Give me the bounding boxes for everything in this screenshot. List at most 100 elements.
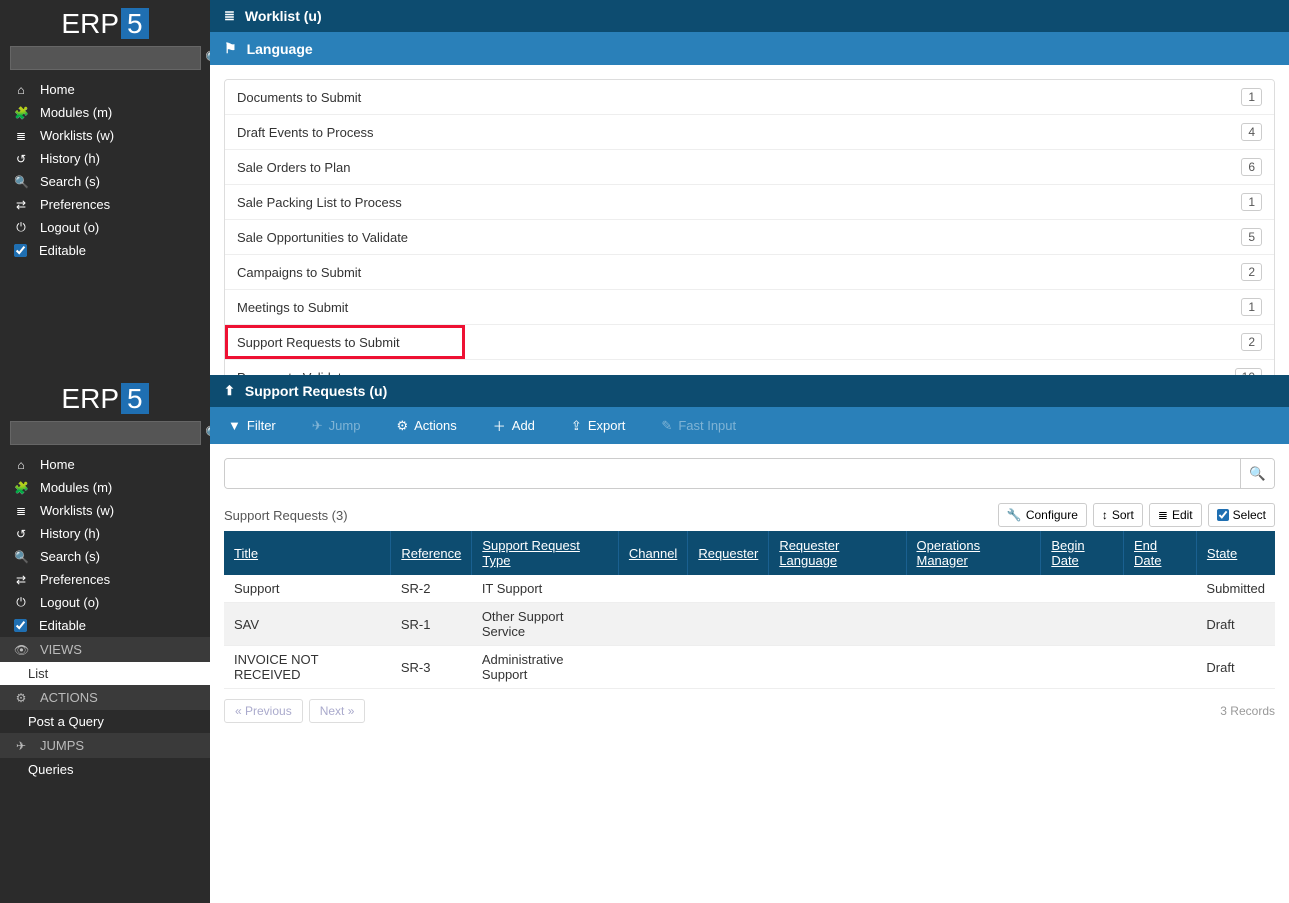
nav-history[interactable]: ↺History (h) xyxy=(0,147,210,170)
cell-state: Draft xyxy=(1196,603,1275,646)
worklist-count-badge: 10 xyxy=(1235,368,1262,375)
nav-preferences[interactable]: ⇄Preferences xyxy=(0,193,210,216)
nav-search[interactable]: 🔍Search (s) xyxy=(0,170,210,193)
sort-button[interactable]: ↕Sort xyxy=(1093,503,1143,527)
nav-preferences[interactable]: ⇄Preferences xyxy=(0,568,210,591)
up-arrow-icon[interactable]: ⬆ xyxy=(224,383,235,399)
editable-checkbox[interactable] xyxy=(14,244,27,257)
list-icon: ≣ xyxy=(224,8,235,24)
worklist-count-badge: 1 xyxy=(1241,298,1262,316)
worklist-count-badge: 5 xyxy=(1241,228,1262,246)
fast-input-icon: ✎ xyxy=(661,418,672,434)
list-search-input[interactable] xyxy=(225,459,1240,488)
add-icon: ＋ xyxy=(493,416,506,435)
nav-editable[interactable]: Editable xyxy=(0,239,210,262)
sidebar-search-input[interactable] xyxy=(10,421,201,445)
cell-state: Submitted xyxy=(1196,575,1275,603)
column-header[interactable]: Support Request Type xyxy=(472,531,619,575)
worklist-row[interactable]: Persons to Validate 10 xyxy=(225,360,1274,375)
nav-editable[interactable]: Editable xyxy=(0,614,210,637)
modules-icon: 🧩 xyxy=(14,481,28,495)
table-row[interactable]: INVOICE NOT RECEIVEDSR-3Administrative S… xyxy=(224,646,1275,689)
worklist-row[interactable]: Campaigns to Submit2 xyxy=(225,255,1274,290)
worklist-row[interactable]: Support Requests to Submit2 xyxy=(225,325,1274,360)
nav-modules[interactable]: 🧩Modules (m) xyxy=(0,476,210,499)
select-button[interactable]: Select xyxy=(1208,503,1275,527)
cell-reference: SR-2 xyxy=(391,575,472,603)
worklist-count-badge: 6 xyxy=(1241,158,1262,176)
column-header[interactable]: Reference xyxy=(391,531,472,575)
toolbar-fast-input: ✎Fast Input xyxy=(643,409,754,443)
cell-begin xyxy=(1041,575,1124,603)
header-bar-support: ⬆ Support Requests (u) xyxy=(210,375,1289,407)
table-row[interactable]: SupportSR-2IT SupportSubmitted xyxy=(224,575,1275,603)
column-header[interactable]: Begin Date xyxy=(1041,531,1124,575)
column-header[interactable]: Requester Language xyxy=(769,531,906,575)
nav-worklists[interactable]: ≣Worklists (w) xyxy=(0,124,210,147)
header-title: Worklist (u) xyxy=(245,8,322,24)
cell-type: Other Support Service xyxy=(472,603,619,646)
nav-home[interactable]: ⌂Home xyxy=(0,78,210,101)
wrench-icon: 🔧 xyxy=(1007,508,1022,522)
nav-home[interactable]: ⌂Home xyxy=(0,453,210,476)
column-header[interactable]: Operations Manager xyxy=(906,531,1041,575)
toolbar-actions[interactable]: ⚙Actions xyxy=(378,409,474,443)
nav-history[interactable]: ↺History (h) xyxy=(0,522,210,545)
cell-end xyxy=(1124,603,1197,646)
worklist-row[interactable]: Documents to Submit1 xyxy=(225,80,1274,115)
nav-modules[interactable]: 🧩Modules (m) xyxy=(0,101,210,124)
cell-end xyxy=(1124,646,1197,689)
cell-title: Support xyxy=(224,575,391,603)
table-row[interactable]: SAVSR-1Other Support ServiceDraft xyxy=(224,603,1275,646)
header-title: Support Requests (u) xyxy=(245,383,387,399)
worklist-label: Campaigns to Submit xyxy=(237,265,361,280)
editable-checkbox[interactable] xyxy=(14,619,27,632)
column-header[interactable]: Title xyxy=(224,531,391,575)
toolbar-export[interactable]: ⇪Export xyxy=(553,409,643,443)
worklist-row[interactable]: Draft Events to Process4 xyxy=(225,115,1274,150)
worklist-label: Sale Orders to Plan xyxy=(237,160,350,175)
section-views: 👁VIEWS xyxy=(0,637,210,662)
search-nav-icon: 🔍 xyxy=(14,175,28,189)
cell-lang xyxy=(769,646,906,689)
jump-queries[interactable]: Queries xyxy=(0,758,210,781)
cell-channel xyxy=(618,646,687,689)
configure-button[interactable]: 🔧Configure xyxy=(998,503,1087,527)
preferences-icon: ⇄ xyxy=(14,573,28,587)
nav-search[interactable]: 🔍Search (s) xyxy=(0,545,210,568)
worklist-label: Persons to Validate xyxy=(237,370,349,376)
column-header[interactable]: Requester xyxy=(688,531,769,575)
sidebar-search-input[interactable] xyxy=(10,46,201,70)
worklist-row[interactable]: Meetings to Submit1 xyxy=(225,290,1274,325)
worklist-row[interactable]: Sale Packing List to Process1 xyxy=(225,185,1274,220)
nav-worklists[interactable]: ≣Worklists (w) xyxy=(0,499,210,522)
view-list[interactable]: List xyxy=(0,662,210,685)
modules-icon: 🧩 xyxy=(14,106,28,120)
subheader-language[interactable]: ⚑ Language xyxy=(210,32,1289,65)
list-search-button[interactable]: 🔍 xyxy=(1240,459,1274,488)
logo: ERP5 xyxy=(0,375,210,421)
action-post-query[interactable]: Post a Query xyxy=(0,710,210,733)
edit-button[interactable]: ≣Edit xyxy=(1149,503,1202,527)
eye-icon: 👁 xyxy=(14,643,28,657)
nav-primary: ⌂Home 🧩Modules (m) ≣Worklists (w) ↺Histo… xyxy=(0,78,210,262)
column-header[interactable]: State xyxy=(1196,531,1275,575)
toolbar-filter[interactable]: ▼Filter xyxy=(210,409,294,442)
worklists-icon: ≣ xyxy=(14,504,28,518)
cell-opmgr xyxy=(906,575,1041,603)
pager-next[interactable]: Next » xyxy=(309,699,366,723)
nav-primary: ⌂Home 🧩Modules (m) ≣Worklists (w) ↺Histo… xyxy=(0,453,210,781)
search-nav-icon: 🔍 xyxy=(14,550,28,564)
column-header[interactable]: End Date xyxy=(1124,531,1197,575)
worklist-label: Sale Packing List to Process xyxy=(237,195,402,210)
pager-previous[interactable]: « Previous xyxy=(224,699,303,723)
nav-logout[interactable]: ⏻Logout (o) xyxy=(0,591,210,614)
toolbar-add[interactable]: ＋Add xyxy=(475,407,553,444)
select-checkbox[interactable] xyxy=(1217,509,1229,521)
cell-requester xyxy=(688,603,769,646)
worklist-count-badge: 1 xyxy=(1241,88,1262,106)
column-header[interactable]: Channel xyxy=(618,531,687,575)
worklist-row[interactable]: Sale Opportunities to Validate5 xyxy=(225,220,1274,255)
nav-logout[interactable]: ⏻Logout (o) xyxy=(0,216,210,239)
worklist-row[interactable]: Sale Orders to Plan 6 xyxy=(225,150,1274,185)
